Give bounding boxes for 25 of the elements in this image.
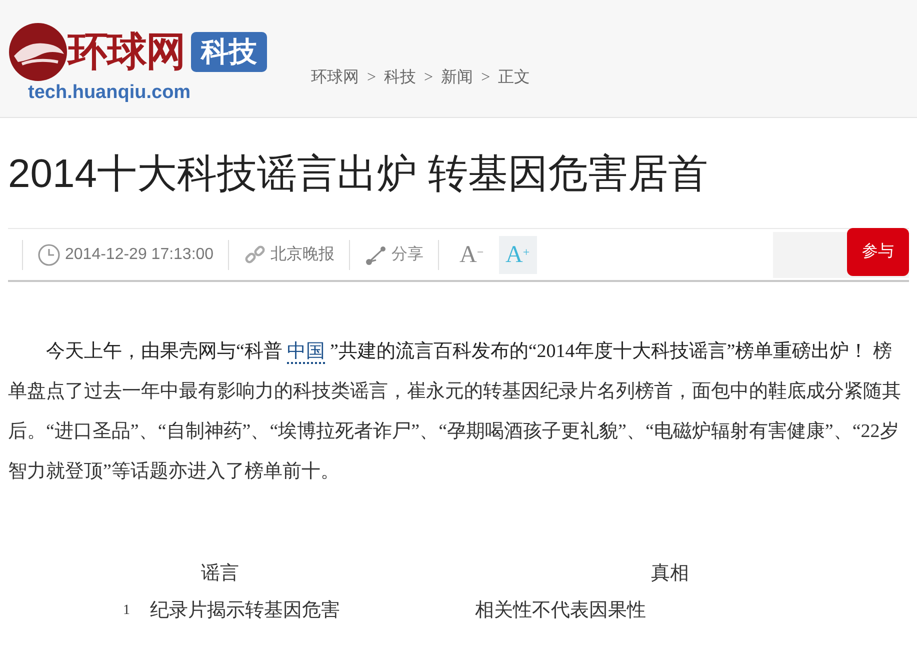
- table-cell-text: 纪录片揭示转基因危害: [150, 598, 341, 622]
- article-title: 2014十大科技谣言出炉 转基因危害居首: [8, 151, 710, 198]
- breadcrumb-separator: >: [481, 68, 490, 88]
- breadcrumb-separator: >: [367, 68, 376, 88]
- article-paragraph: 今天上午，由果壳网与“科普 中国 ”共建的流言百科发布的“2014年度十大科技谣言”榜单重磅出炉！ 榜单盘点了过去一年中最有影响力的科技类谣言，崔永元的转基因纪录片名列榜首，面包中的鞋底成分紧随其后。“进口圣品”、“自制神药”、“埃博拉死者诈尸”、“孕期喝酒孩子更礼貌”、“电磁炉辐射有害健康”、“22岁智力就登顶”等话题亦进入了榜单前十。: [8, 340, 902, 484]
- breadcrumb-link[interactable]: 科技: [384, 66, 416, 117]
- logo-text: 环球网: [68, 29, 185, 75]
- column-header: 谣言: [200, 562, 240, 586]
- channel-label: 科技: [191, 32, 267, 72]
- share-button[interactable]: 分享: [392, 236, 424, 274]
- clock-icon: [37, 242, 61, 266]
- font-size-button[interactable]: A$^{−}$: [452, 236, 491, 274]
- breadcrumb-link[interactable]: 新闻: [441, 66, 474, 117]
- column-header: 真相: [650, 562, 690, 586]
- domain-text: tech.huanqiu.com: [28, 82, 191, 103]
- row-number: 1: [122, 602, 131, 620]
- source-text: 北京晚报: [270, 244, 335, 264]
- publish-time: 2014-12-29 17:13:00: [65, 244, 214, 264]
- globe-logo-icon: [8, 22, 68, 82]
- keyword-link[interactable]: 中国: [287, 341, 326, 364]
- breadcrumb-separator: >: [424, 68, 434, 88]
- breadcrumb-link[interactable]: 环球网: [311, 66, 359, 117]
- join-button[interactable]: 参与: [847, 228, 909, 276]
- table-cell-text: 相关性不代表因果性: [475, 598, 647, 622]
- breadcrumb-link[interactable]: 正文: [498, 66, 530, 117]
